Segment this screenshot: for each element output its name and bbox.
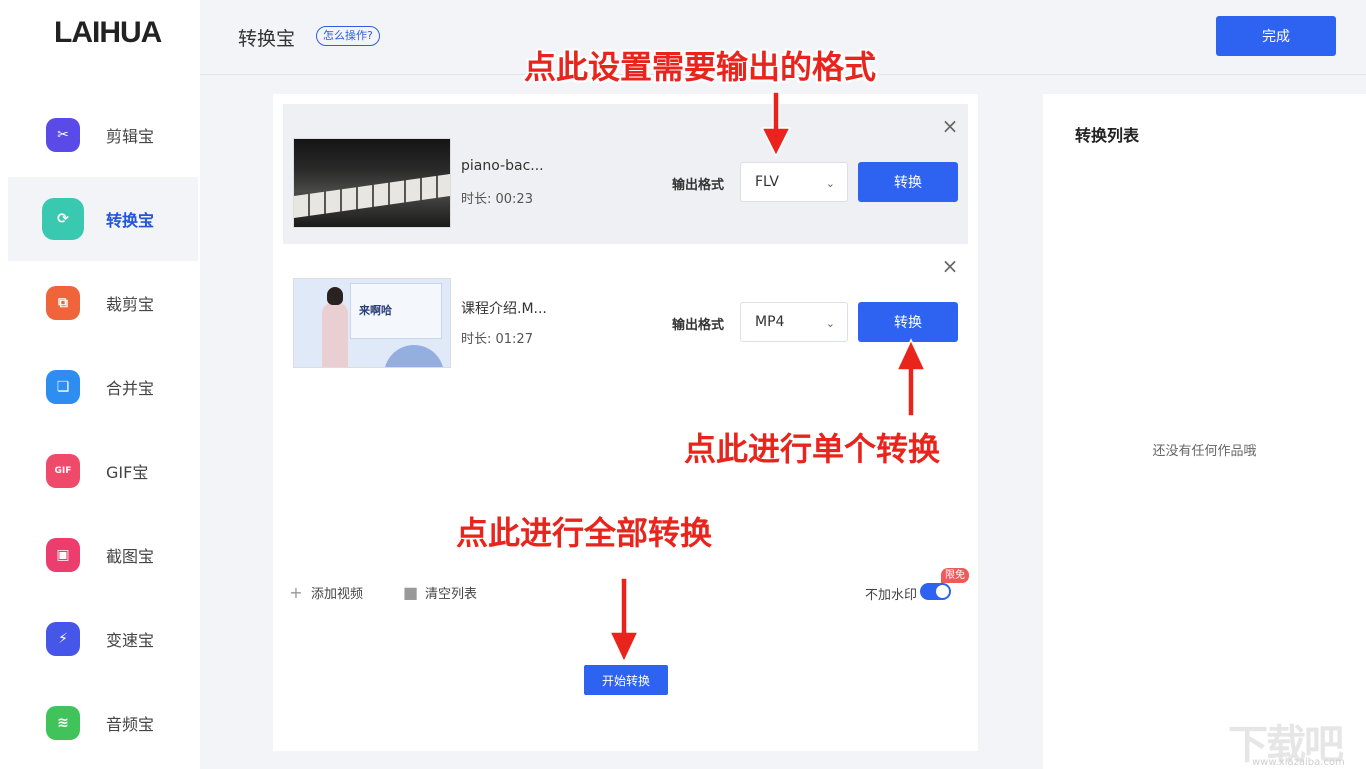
annotation-arrow-down-icon xyxy=(760,91,792,158)
sidebar-item-gif[interactable]: GIF GIF宝 xyxy=(8,429,198,513)
convert-list-title: 转换列表 xyxy=(1075,126,1140,145)
presenter-body xyxy=(322,303,348,367)
sidebar-item-convert[interactable]: ⟳ 转换宝 xyxy=(8,177,198,261)
sidebar-item-label: 转换宝 xyxy=(106,211,155,230)
free-badge: 限免 xyxy=(941,568,969,583)
audio-wave-icon: ≋ xyxy=(46,706,80,740)
video-thumbnail xyxy=(293,138,451,228)
help-link[interactable]: 怎么操作? xyxy=(316,26,380,46)
convert-icon: ⟳ xyxy=(42,198,84,240)
toggle-knob xyxy=(936,585,949,598)
scissors-icon: ✂ xyxy=(46,118,80,152)
clear-list-button[interactable]: ■ 清空列表 xyxy=(403,582,477,602)
annotation-single: 点此进行单个转换 xyxy=(684,430,941,468)
clear-list-label: 清空列表 xyxy=(425,586,478,602)
add-video-button[interactable]: + 添加视频 xyxy=(289,582,363,602)
sidebar-item-screenshot[interactable]: ▣ 截图宝 xyxy=(8,513,198,597)
annotation-arrow-down-icon xyxy=(608,577,640,664)
video-row[interactable]: × 来啊哈 课程介绍.M... 时长: 01:27 输出格式 MP4 ⌄ 转换 xyxy=(283,244,968,384)
sidebar-item-crop[interactable]: ⧉ 裁剪宝 xyxy=(8,261,198,345)
sidebar-item-label: 截图宝 xyxy=(106,547,155,566)
presenter-graphic xyxy=(320,287,350,367)
chevron-down-icon: ⌄ xyxy=(825,317,835,330)
sidebar-item-label: 合并宝 xyxy=(106,379,155,398)
empty-state-text: 还没有任何作品哦 xyxy=(1152,444,1257,459)
app-logo: LAIHUA xyxy=(54,16,162,49)
start-convert-button[interactable]: 开始转换 xyxy=(584,665,668,695)
lightning-icon: ⚡ xyxy=(46,622,80,656)
format-select[interactable]: FLV ⌄ xyxy=(740,162,848,202)
annotation-format: 点此设置需要输出的格式 xyxy=(524,48,877,86)
convert-button[interactable]: 转换 xyxy=(858,302,958,342)
video-duration: 时长: 00:23 xyxy=(461,192,533,207)
sidebar-item-audio[interactable]: ≋ 音频宝 xyxy=(8,681,198,765)
chevron-down-icon: ⌄ xyxy=(825,177,835,190)
course-board-graphic: 来啊哈 xyxy=(350,283,442,339)
thumbnail-text: 来啊哈 xyxy=(359,304,392,317)
format-label: 输出格式 xyxy=(672,318,725,333)
format-value: FLV xyxy=(755,174,779,190)
format-select[interactable]: MP4 ⌄ xyxy=(740,302,848,342)
sidebar-item-label: 变速宝 xyxy=(106,631,155,650)
annotation-all: 点此进行全部转换 xyxy=(456,514,713,552)
page-title: 转换宝 xyxy=(238,28,296,50)
annotation-arrow-up-icon xyxy=(895,338,927,417)
format-label: 输出格式 xyxy=(672,178,725,193)
convert-button[interactable]: 转换 xyxy=(858,162,958,202)
trash-icon: ■ xyxy=(403,582,419,602)
gif-icon: GIF xyxy=(46,454,80,488)
close-icon[interactable]: × xyxy=(940,116,960,136)
video-row[interactable]: × piano-bac... 时长: 00:23 输出格式 FLV ⌄ 转换 xyxy=(283,104,968,244)
video-duration: 时长: 01:27 xyxy=(461,332,533,347)
sidebar: LAIHUA ✂ 剪辑宝 ⟳ 转换宝 ⧉ 裁剪宝 ❏ 合并宝 GIF GIF宝 … xyxy=(0,0,200,769)
sidebar-item-speed[interactable]: ⚡ 变速宝 xyxy=(8,597,198,681)
cloud-graphic xyxy=(384,345,444,367)
plus-icon: + xyxy=(289,582,303,602)
site-watermark-url: www.xiazaiba.com xyxy=(1252,757,1345,768)
close-icon[interactable]: × xyxy=(940,256,960,276)
crop-icon: ⧉ xyxy=(46,286,80,320)
add-video-label: 添加视频 xyxy=(311,586,364,602)
watermark-toggle[interactable] xyxy=(920,583,951,600)
sidebar-item-clip[interactable]: ✂ 剪辑宝 xyxy=(8,93,198,177)
screenshot-icon: ▣ xyxy=(46,538,80,572)
done-button[interactable]: 完成 xyxy=(1216,16,1336,56)
convert-list-panel: 转换列表 还没有任何作品哦 xyxy=(1043,94,1366,769)
piano-keys-graphic xyxy=(294,174,450,218)
sidebar-item-label: GIF宝 xyxy=(106,463,149,482)
video-name: 课程介绍.M... xyxy=(461,301,547,317)
watermark-label: 不加水印 xyxy=(865,588,918,603)
presenter-head xyxy=(327,287,343,305)
sidebar-item-label: 裁剪宝 xyxy=(106,295,155,314)
sidebar-item-label: 剪辑宝 xyxy=(106,127,155,146)
video-thumbnail: 来啊哈 xyxy=(293,278,451,368)
format-value: MP4 xyxy=(755,314,785,330)
sidebar-item-label: 音频宝 xyxy=(106,715,155,734)
video-name: piano-bac... xyxy=(461,158,544,174)
merge-icon: ❏ xyxy=(46,370,80,404)
sidebar-item-merge[interactable]: ❏ 合并宝 xyxy=(8,345,198,429)
